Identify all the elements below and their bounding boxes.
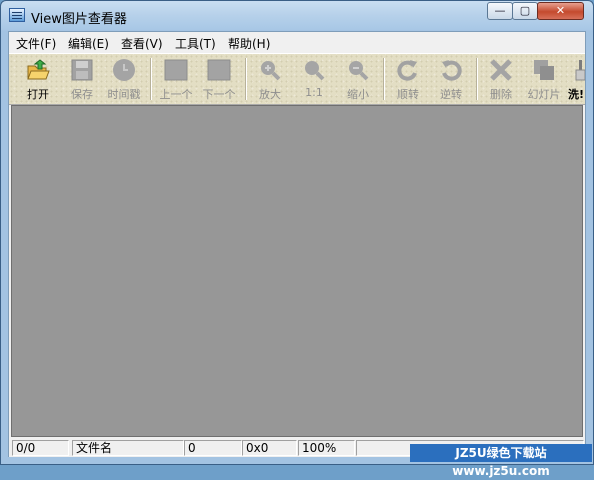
zoom-out-icon	[349, 61, 369, 81]
client-area: 文件(F) 编辑(E) 查看(V) 工具(T) 帮助(H) 打开 保存 时间戳 …	[8, 31, 586, 457]
slideshow-icon	[534, 60, 554, 80]
toolbar-separator	[245, 58, 246, 100]
toolbar: 打开 保存 时间戳 上一个 下一个 放大 1:1 缩小 顺转 逆转 删除 幻灯片…	[9, 53, 585, 105]
title-bar[interactable]: View图片查看器 — ▢ ✕	[1, 1, 593, 31]
menu-tools[interactable]: 工具(T)	[175, 35, 216, 52]
status-filename: 文件名	[72, 440, 184, 456]
maximize-button[interactable]: ▢	[512, 2, 538, 20]
next-icon	[207, 59, 231, 81]
toolbar-separator	[383, 58, 384, 100]
slideshow-button[interactable]: 幻灯片	[525, 56, 563, 102]
toolbar-separator	[476, 58, 477, 100]
rotate-counterclockwise-label: 逆转	[440, 88, 462, 101]
next-label: 下一个	[202, 88, 236, 101]
actual-size-icon	[305, 61, 325, 81]
zoom-in-icon	[261, 61, 281, 81]
slideshow-label: 幻灯片	[527, 88, 561, 101]
watermark-banner: JZ5U绿色下载站www.jz5u.com	[410, 444, 592, 478]
zoom-in-button[interactable]: 放大	[251, 56, 289, 102]
status-zoom: 100%	[298, 440, 355, 456]
rotate-clockwise-button[interactable]: 顺转	[389, 56, 427, 102]
save-label: 保存	[71, 88, 93, 101]
next-button[interactable]: 下一个	[200, 56, 238, 102]
menu-edit[interactable]: 编辑(E)	[68, 35, 109, 52]
window-title: View图片查看器	[31, 12, 127, 27]
app-icon	[9, 8, 25, 22]
save-icon	[71, 59, 93, 81]
image-viewer-canvas[interactable]	[11, 105, 583, 437]
app-window: View图片查看器 — ▢ ✕ 文件(F) 编辑(E) 查看(V) 工具(T) …	[0, 0, 594, 465]
delete-label: 删除	[490, 88, 512, 101]
previous-icon	[164, 59, 188, 81]
previous-label: 上一个	[159, 88, 193, 101]
rotate-counterclockwise-icon	[442, 60, 462, 81]
zoom-in-label: 放大	[259, 88, 281, 101]
open-button[interactable]: 打开	[19, 56, 57, 102]
wash-icon	[575, 60, 585, 81]
actual-size-label: 1:1	[305, 86, 323, 99]
zoom-out-button[interactable]: 缩小	[339, 56, 377, 102]
close-button[interactable]: ✕	[537, 2, 584, 20]
status-index: 0/0	[12, 440, 69, 456]
open-folder-icon	[27, 59, 50, 80]
save-button[interactable]: 保存	[63, 56, 101, 102]
delete-button[interactable]: 删除	[482, 56, 520, 102]
rotate-clockwise-label: 顺转	[397, 88, 419, 101]
actual-size-button[interactable]: 1:1	[295, 56, 333, 102]
menu-file[interactable]: 文件(F)	[16, 35, 56, 52]
wash-button[interactable]: 洗!	[565, 56, 585, 102]
status-filesize: 0	[184, 440, 242, 456]
menu-help[interactable]: 帮助(H)	[228, 35, 270, 52]
delete-icon	[490, 59, 512, 81]
minimize-button[interactable]: —	[487, 2, 513, 20]
zoom-out-label: 缩小	[347, 88, 369, 101]
wash-label: 洗!	[568, 88, 585, 101]
timestamp-label: 时间戳	[107, 88, 141, 101]
open-label: 打开	[27, 88, 49, 101]
menu-bar: 文件(F) 编辑(E) 查看(V) 工具(T) 帮助(H)	[9, 32, 585, 52]
menu-view[interactable]: 查看(V)	[121, 35, 163, 52]
toolbar-separator	[150, 58, 151, 100]
timestamp-icon	[113, 59, 135, 81]
timestamp-button[interactable]: 时间戳	[105, 56, 143, 102]
status-dimensions: 0x0	[242, 440, 297, 456]
rotate-clockwise-icon	[397, 60, 417, 81]
rotate-counterclockwise-button[interactable]: 逆转	[432, 56, 470, 102]
previous-button[interactable]: 上一个	[157, 56, 195, 102]
